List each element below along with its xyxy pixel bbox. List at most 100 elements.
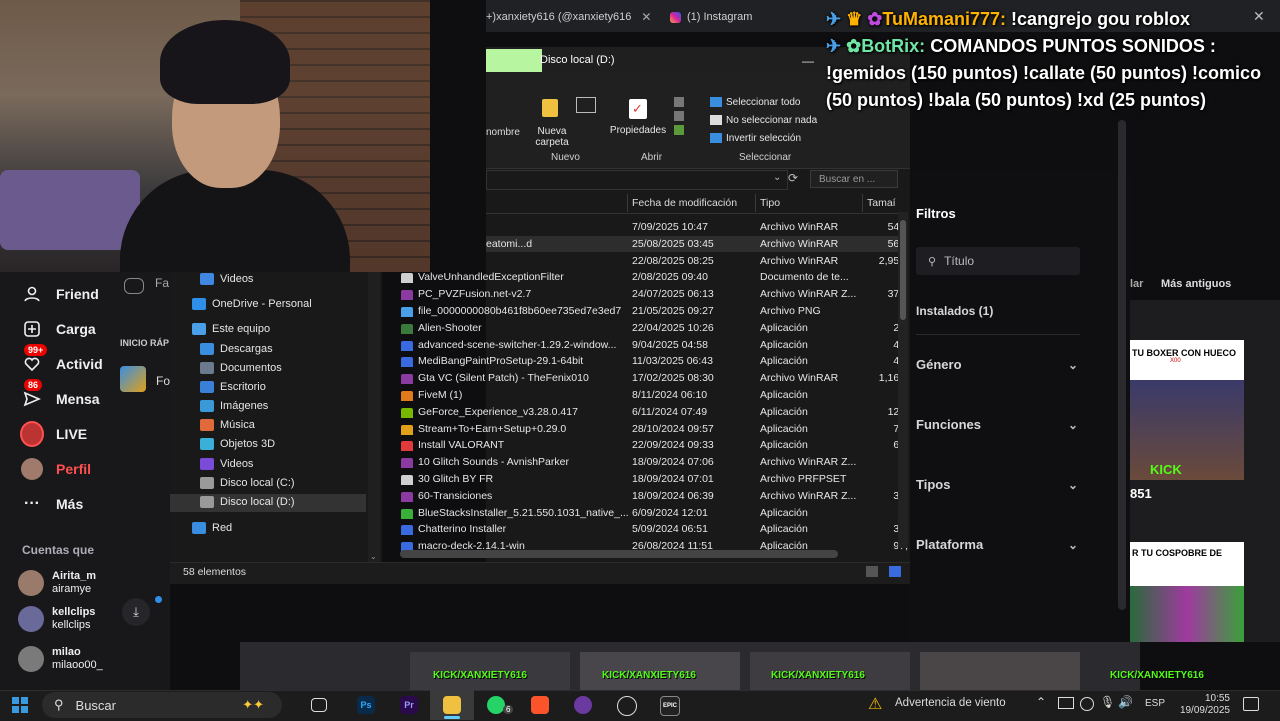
nav-scrollbar[interactable]: ⌄ (368, 272, 380, 562)
obs-icon[interactable] (617, 696, 637, 716)
taskbar-search[interactable]: ⚲ Buscar ✦✦ (42, 692, 282, 718)
table-row[interactable]: Chatterino Installer 5/09/2024 06:51 Aplic… (398, 521, 908, 537)
clock[interactable]: 10:55 19/09/2025 (1170, 693, 1230, 717)
title-search-input[interactable]: ⚲ Título (916, 247, 1080, 275)
file-list-scrollbar[interactable] (898, 212, 908, 548)
table-row[interactable]: eatomi...d 25/08/2025 03:45 Archivo WinRAR… (398, 236, 908, 252)
address-bar[interactable] (486, 170, 788, 190)
thumbnail-1-image[interactable] (1130, 380, 1244, 480)
nav-item[interactable]: Música (200, 419, 255, 431)
warning-icon[interactable]: ⚠ (868, 694, 882, 714)
sort-popular-fragment[interactable]: lar (1130, 278, 1143, 290)
whatsapp-icon[interactable] (487, 696, 505, 714)
new-folder-button[interactable]: Nueva carpeta (534, 126, 570, 148)
table-row[interactable]: Alien-Shooter22/04/2025 10:26Aplicación2… (398, 320, 908, 336)
table-row[interactable]: Stream+To+Earn+Setup+0.29.0 28/10/2024 09… (398, 421, 908, 437)
details-view-icon[interactable] (866, 566, 878, 577)
sidebar-item-activity[interactable]: 99+ Activid (20, 344, 103, 376)
sidebar-item-profile[interactable]: Perfil (20, 457, 91, 481)
table-row[interactable]: 7/09/2025 10:47Archivo WinRAR542, (398, 219, 908, 235)
fortnite-icon[interactable] (120, 366, 146, 392)
select-none-button[interactable]: No seleccionar nada (710, 115, 817, 126)
nav-item[interactable]: Documentos (200, 362, 282, 374)
search-input[interactable]: Buscar en ... (810, 170, 898, 188)
tray-camera-icon[interactable] (1080, 697, 1094, 711)
photoshop-icon[interactable]: Ps (357, 696, 375, 714)
tab-instagram[interactable]: (1) Instagram (670, 6, 752, 28)
column-type[interactable]: Tipo (760, 197, 780, 211)
download-icon[interactable]: ⤓ (122, 598, 150, 626)
nav-item[interactable]: Descargas (200, 343, 273, 355)
filter-genre[interactable]: Género ⌄ (916, 357, 1078, 372)
sidebar-item-upload[interactable]: Carga (20, 317, 96, 341)
column-divider[interactable] (862, 194, 863, 212)
column-divider[interactable] (755, 194, 756, 212)
invert-selection-button[interactable]: Invertir selección (710, 133, 801, 144)
microphone-icon[interactable]: 🎙 (1100, 695, 1115, 709)
channel-item[interactable]: kellclips kellclips (18, 606, 95, 632)
table-row[interactable]: GeForce_Experience_v3.28.0.417 6/11/2024 … (398, 404, 908, 420)
windows-start-icon[interactable] (12, 697, 28, 713)
properties-button[interactable]: Propiedades (608, 125, 668, 136)
table-row[interactable]: 10 Glitch Sounds - AvnishParker 18/09/202… (398, 454, 908, 470)
column-size[interactable]: Tamaí (867, 197, 896, 211)
nav-item[interactable]: Red (192, 522, 232, 534)
scroll-down-icon[interactable]: ⌄ (370, 552, 377, 561)
weather-text[interactable]: Advertencia de viento (895, 697, 1006, 709)
table-row[interactable]: 60-Transiciones 18/09/2024 06:39 Archivo W… (398, 488, 908, 504)
tray-display-icon[interactable] (1058, 697, 1074, 709)
language-indicator[interactable]: ESP (1145, 698, 1165, 709)
sort-oldest[interactable]: Más antiguos (1161, 278, 1231, 290)
close-icon[interactable]: ✕ (641, 10, 651, 24)
table-row[interactable]: file_0000000080b461f8b60ee735ed7e3ed7 21/… (398, 303, 908, 319)
table-row[interactable]: advanced-scene-switcher-1.29.2-window...… (398, 337, 908, 353)
table-row[interactable]: Gta VC (Silent Patch) - TheFenix010 17/02… (398, 370, 908, 386)
column-date[interactable]: Fecha de modificación (632, 197, 737, 211)
horizontal-scroll-thumb[interactable] (400, 550, 838, 558)
table-row[interactable]: MediBangPaintProSetup-29.1-64bit 11/03/20… (398, 353, 908, 369)
filter-features[interactable]: Funciones ⌄ (916, 417, 1078, 432)
nav-item[interactable]: Videos (200, 458, 253, 470)
nav-item[interactable]: Disco local (D:) (200, 496, 295, 508)
table-row[interactable]: Install VALORANT 22/09/2024 09:33 Aplicaci… (398, 437, 908, 453)
volume-icon[interactable]: 🔊 (1118, 695, 1133, 709)
minimize-button[interactable]: — (802, 54, 814, 68)
table-row[interactable]: FiveM (1)8/11/2024 06:10Aplicación5, (398, 387, 908, 403)
thumbnail-1[interactable]: TU BOXER CON HUECO X00 (1130, 340, 1244, 380)
file-explorer-icon[interactable] (443, 696, 461, 714)
channel-item[interactable]: milao milaoo00_ (18, 646, 103, 672)
refresh-icon[interactable]: ⟳ (788, 171, 798, 185)
table-row[interactable]: BlueStacksInstaller_5.21.550.1031_native… (398, 505, 908, 521)
scroll-thumb[interactable] (900, 220, 906, 320)
filter-types[interactable]: Tipos ⌄ (916, 477, 1078, 492)
panel-scrollbar[interactable] (1118, 120, 1126, 610)
premiere-icon[interactable]: Pr (400, 696, 418, 714)
select-all-button[interactable]: Seleccionar todo (710, 97, 801, 108)
nav-item[interactable]: Objetos 3D (200, 438, 275, 450)
thumbnail-2[interactable]: R TU COSPOBRE DE (1130, 542, 1244, 586)
tiles-view-icon[interactable] (889, 566, 901, 577)
explorer-title-tab[interactable] (486, 49, 542, 72)
brave-icon[interactable] (531, 696, 549, 714)
table-row[interactable]: 22/08/2025 08:25 Archivo WinRAR 2,951, (398, 253, 908, 269)
filter-platform[interactable]: Plataforma ⌄ (916, 537, 1078, 552)
column-divider[interactable] (627, 194, 628, 212)
thumbnail-2-image[interactable] (1130, 586, 1244, 642)
nav-item[interactable]: Imágenes (200, 400, 268, 412)
channel-item[interactable]: Airita_m airamye (18, 570, 96, 596)
epic-games-icon[interactable]: EPIC (660, 696, 680, 716)
nav-item[interactable]: OneDrive - Personal (192, 298, 312, 310)
installed-filter[interactable]: Instalados (1) (916, 304, 993, 318)
rename-fragment[interactable]: nombre (486, 127, 520, 138)
open-tools[interactable] (674, 97, 684, 137)
chevron-up-icon[interactable]: ⌃ (1036, 695, 1046, 709)
sidebar-item-messages[interactable]: 86 Mensa (20, 379, 100, 411)
notifications-icon[interactable] (1243, 697, 1259, 711)
sidebar-item-friends[interactable]: Friend (20, 282, 99, 306)
nav-item[interactable]: Disco local (C:) (200, 477, 295, 489)
nav-item[interactable]: Escritorio (200, 381, 266, 393)
table-row[interactable]: ValveUnhandledExceptionFilter 2/08/2025 0… (398, 269, 908, 285)
sidebar-item-live[interactable]: LIVE (20, 421, 87, 447)
sidebar-item-more[interactable]: ··· Más (20, 492, 83, 516)
tab-kick[interactable]: +)xanxiety616 (@xanxiety616 ✕ (486, 6, 651, 28)
